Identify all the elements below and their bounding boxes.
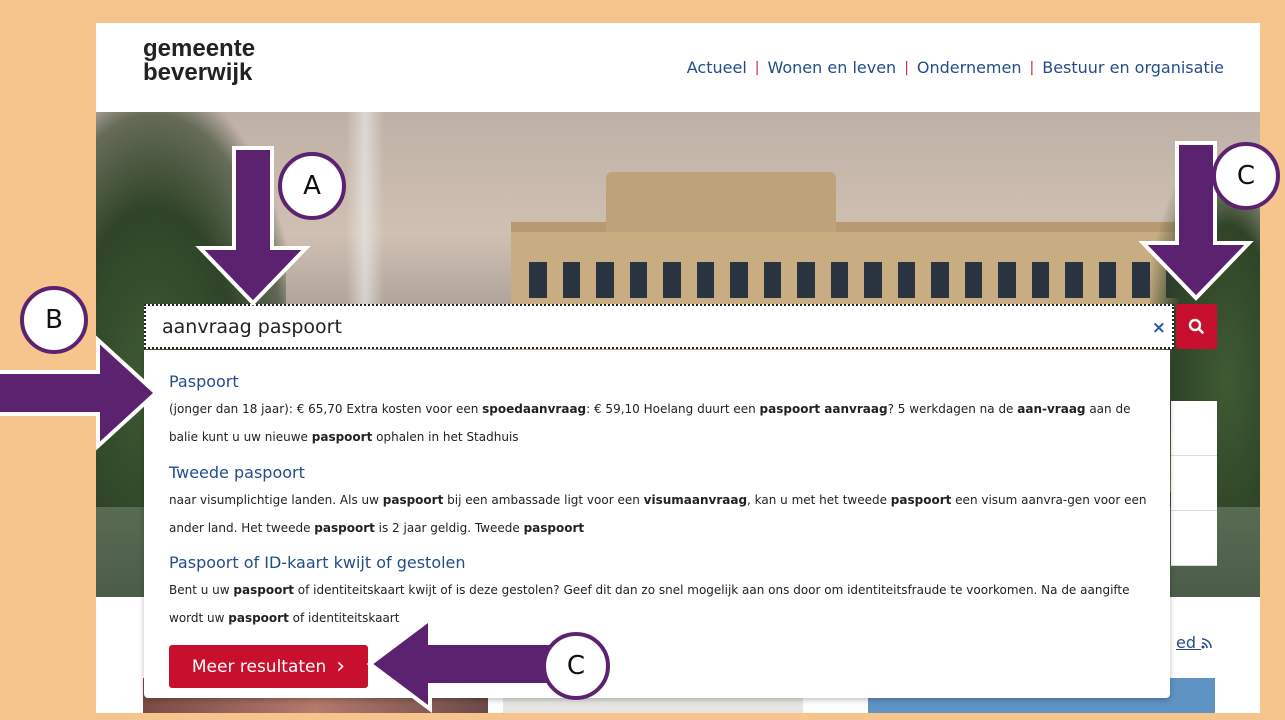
snippet-part: : € 59,10 Hoelang duurt een	[586, 402, 760, 416]
clear-icon[interactable]: ×	[1152, 318, 1166, 338]
rss-icon	[1201, 638, 1212, 649]
rss-link-label: ed	[1176, 633, 1196, 652]
snippet-part: naar visumplichtige landen. Als uw	[169, 493, 383, 507]
more-results-label: Meer resultaten	[191, 656, 327, 677]
search-bar: ×	[144, 304, 1174, 349]
nav-separator: |	[754, 59, 760, 76]
result-snippet: naar visumplichtige landen. Als uw paspo…	[169, 486, 1154, 542]
snippet-part: of identiteitskaart	[288, 611, 400, 625]
search-results-dropdown: Paspoort (jonger dan 18 jaar): € 65,70 E…	[144, 350, 1170, 698]
result-item[interactable]: Paspoort of ID-kaart kwijt of gestolen B…	[169, 553, 1154, 632]
logo-line-2: beverwijk	[143, 59, 253, 86]
result-snippet: Bent u uw paspoort of identiteitskaart k…	[169, 576, 1154, 632]
snippet-part: aan-vraag	[1017, 402, 1086, 416]
snippet-part: paspoort	[523, 521, 585, 535]
search-input[interactable]	[160, 315, 1124, 339]
hero-building-tower	[606, 172, 836, 232]
annotation-marker-c-bottom: C	[542, 632, 610, 700]
more-results-button[interactable]: Meer resultaten ›	[169, 645, 368, 688]
rss-link[interactable]: ed	[1176, 633, 1212, 652]
result-title[interactable]: Paspoort	[169, 372, 1154, 391]
nav-item-bestuur-en-organisatie[interactable]: Bestuur en organisatie	[1042, 58, 1224, 77]
snippet-part: paspoort	[233, 583, 294, 597]
annotation-marker-c-top: C	[1212, 142, 1280, 210]
snippet-part: paspoort	[314, 521, 375, 535]
snippet-part: paspoort aanvraag	[759, 402, 888, 416]
logo-line-1: gemeente	[143, 35, 256, 62]
site-logo[interactable]: gemeente beverwijk	[143, 37, 255, 85]
snippet-part: paspoort	[382, 493, 444, 507]
search-icon	[1188, 318, 1204, 334]
snippet-part: , kan u met het tweede	[747, 493, 891, 507]
result-title[interactable]: Paspoort of ID-kaart kwijt of gestolen	[169, 553, 1154, 572]
snippet-part: Bent u uw	[169, 583, 234, 597]
snippet-part: paspoort	[890, 493, 952, 507]
result-item[interactable]: Paspoort (jonger dan 18 jaar): € 65,70 E…	[169, 372, 1154, 451]
snippet-part: is 2 jaar geldig. Tweede	[374, 521, 524, 535]
snippet-part: paspoort	[228, 611, 289, 625]
snippet-part: spoedaanvraag	[482, 402, 587, 416]
result-snippet: (jonger dan 18 jaar): € 65,70 Extra kost…	[169, 395, 1154, 451]
annotation-marker-b: B	[20, 286, 88, 354]
nav-separator: |	[904, 59, 909, 76]
snippet-part: paspoort	[311, 430, 373, 444]
hero-side-panel	[1171, 401, 1217, 566]
snippet-part: ophalen in het Stadhuis	[372, 430, 519, 444]
snippet-part: ? 5 werkdagen na de	[887, 402, 1018, 416]
snippet-part: (jonger dan 18 jaar): € 65,70 Extra kost…	[169, 402, 483, 416]
nav-item-ondernemen[interactable]: Ondernemen	[917, 58, 1022, 77]
result-title[interactable]: Tweede paspoort	[169, 463, 1154, 482]
result-item[interactable]: Tweede paspoort naar visumplichtige land…	[169, 463, 1154, 542]
snippet-part: bij een ambassade ligt voor een	[443, 493, 644, 507]
nav-item-wonen-en-leven[interactable]: Wonen en leven	[767, 58, 896, 77]
nav-separator: |	[1029, 59, 1035, 76]
search-button[interactable]	[1176, 304, 1217, 349]
main-nav: Actueel | Wonen en leven | Ondernemen | …	[687, 58, 1224, 77]
snippet-part: visumaanvraag	[643, 493, 748, 507]
chevron-right-icon: ›	[336, 653, 346, 679]
annotation-marker-a: A	[278, 152, 346, 220]
nav-item-actueel[interactable]: Actueel	[687, 58, 747, 77]
